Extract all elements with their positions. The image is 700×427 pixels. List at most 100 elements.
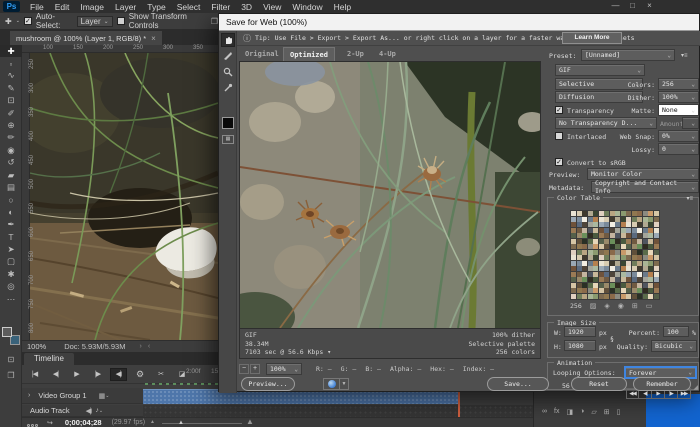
color-swatch[interactable]	[621, 239, 626, 244]
color-swatch[interactable]	[626, 294, 631, 299]
lasso-tool[interactable]: ∿	[0, 70, 22, 82]
color-swatch[interactable]	[637, 217, 642, 222]
color-swatch[interactable]	[593, 222, 598, 227]
color-swatch[interactable]	[632, 266, 637, 271]
width-field[interactable]: 1920	[564, 326, 596, 337]
color-swatch[interactable]	[610, 233, 615, 238]
color-swatch[interactable]	[654, 283, 659, 288]
remember-button[interactable]: Remember	[633, 377, 691, 391]
color-swatch[interactable]	[599, 217, 604, 222]
video-group-header[interactable]: › Video Group 1 ▦ ⌄	[22, 388, 143, 404]
color-swatch[interactable]	[615, 283, 620, 288]
browser-icon[interactable]	[323, 378, 340, 390]
menu-layer[interactable]: Layer	[115, 2, 136, 12]
color-swatch[interactable]	[571, 217, 576, 222]
color-swatch[interactable]	[621, 250, 626, 255]
percent-field[interactable]: 100	[663, 326, 689, 337]
color-swatch[interactable]	[615, 277, 620, 282]
color-swatch[interactable]	[571, 283, 576, 288]
show-transform-checkbox[interactable]: ✓	[117, 17, 125, 25]
color-swatch[interactable]	[632, 250, 637, 255]
color-swatch[interactable]	[610, 217, 615, 222]
color-swatch[interactable]	[599, 294, 604, 299]
color-swatch[interactable]	[615, 255, 620, 260]
dither-dropdown[interactable]: 100%	[658, 91, 699, 103]
color-swatch[interactable]	[588, 283, 593, 288]
color-swatch[interactable]	[593, 217, 598, 222]
color-swatch[interactable]	[632, 294, 637, 299]
color-swatch[interactable]	[577, 294, 582, 299]
color-swatch[interactable]	[637, 288, 642, 293]
screen-mode-icon[interactable]: ❐	[0, 371, 22, 380]
color-swatch[interactable]	[582, 217, 587, 222]
color-swatch[interactable]	[588, 277, 593, 282]
speaker-icon[interactable]: ◀)	[86, 407, 92, 415]
color-swatch[interactable]	[577, 272, 582, 277]
color-swatch[interactable]	[615, 233, 620, 238]
color-swatch[interactable]	[654, 228, 659, 233]
color-swatch[interactable]	[582, 277, 587, 282]
mute-audio-button[interactable]: ◀)	[110, 368, 127, 381]
color-swatch[interactable]	[599, 244, 604, 249]
color-swatch[interactable]	[626, 233, 631, 238]
menu-3d[interactable]: 3D	[241, 2, 252, 12]
color-swatch[interactable]	[648, 272, 653, 277]
color-swatch[interactable]	[632, 283, 637, 288]
color-swatch[interactable]	[621, 244, 626, 249]
color-swatch[interactable]	[582, 294, 587, 299]
color-swatch[interactable]	[621, 294, 626, 299]
color-swatch[interactable]	[593, 228, 598, 233]
color-swatch[interactable]	[643, 288, 648, 293]
tab-optimized[interactable]: Optimized	[283, 47, 335, 61]
flatten-icon[interactable]: ↪	[47, 419, 53, 427]
color-swatch[interactable]	[615, 228, 620, 233]
slider-track[interactable]	[162, 423, 242, 424]
color-swatch[interactable]	[582, 272, 587, 277]
color-swatch[interactable]	[588, 244, 593, 249]
color-swatch[interactable]	[588, 288, 593, 293]
color-swatch[interactable]	[577, 222, 582, 227]
color-swatch[interactable]	[599, 239, 604, 244]
color-swatch[interactable]	[643, 217, 648, 222]
color-swatch[interactable]	[577, 255, 582, 260]
color-swatch[interactable]	[654, 288, 659, 293]
crop-tool[interactable]: ⊡	[0, 95, 22, 107]
color-swatch[interactable]	[604, 283, 609, 288]
color-swatch[interactable]	[604, 255, 609, 260]
color-swatch[interactable]	[654, 261, 659, 266]
chevron-down-icon[interactable]: ⌄	[105, 393, 109, 399]
close-tab-icon[interactable]: ×	[151, 34, 156, 43]
color-swatch[interactable]	[643, 283, 648, 288]
goto-next-frame-button[interactable]: |▶	[89, 368, 106, 381]
color-swatch[interactable]	[654, 244, 659, 249]
quality-dropdown[interactable]: Bicubic	[651, 340, 697, 352]
preview-in-browser-button[interactable]: Preview...	[241, 377, 295, 391]
color-swatch[interactable]	[577, 239, 582, 244]
layer-effects-icon[interactable]: fx	[554, 408, 559, 416]
auto-select-checkbox[interactable]: ✓	[24, 17, 32, 25]
color-swatch[interactable]	[626, 255, 631, 260]
color-swatch[interactable]	[577, 288, 582, 293]
color-swatch[interactable]	[604, 294, 609, 299]
color-swatch[interactable]	[571, 277, 576, 282]
transparency-dither-dropdown[interactable]: No Transparency D...	[555, 117, 657, 129]
color-swatch[interactable]	[643, 294, 648, 299]
metadata-dropdown[interactable]: Copyright and Contact Info	[591, 181, 699, 193]
color-swatch[interactable]	[632, 217, 637, 222]
color-swatch[interactable]	[593, 250, 598, 255]
goto-previous-frame-button[interactable]: ◀|	[47, 368, 64, 381]
color-swatch[interactable]	[648, 294, 653, 299]
document-tab[interactable]: mushroom @ 100% (Layer 1, RGB/8) * ×	[10, 31, 162, 45]
auto-select-dropdown[interactable]: Layer	[77, 16, 113, 27]
zoom-in-button[interactable]: +	[250, 364, 260, 374]
color-swatch[interactable]	[571, 211, 576, 216]
color-swatch[interactable]	[648, 228, 653, 233]
panel-toggle-icon[interactable]: ❐	[211, 17, 218, 26]
quick-selection-tool[interactable]: ✎	[0, 82, 22, 94]
color-swatch[interactable]	[648, 211, 653, 216]
color-swatch[interactable]	[604, 233, 609, 238]
color-swatch[interactable]	[593, 244, 598, 249]
color-swatch[interactable]	[643, 255, 648, 260]
goto-first-frame-button[interactable]: |◀	[26, 368, 43, 381]
color-swatch[interactable]	[615, 250, 620, 255]
